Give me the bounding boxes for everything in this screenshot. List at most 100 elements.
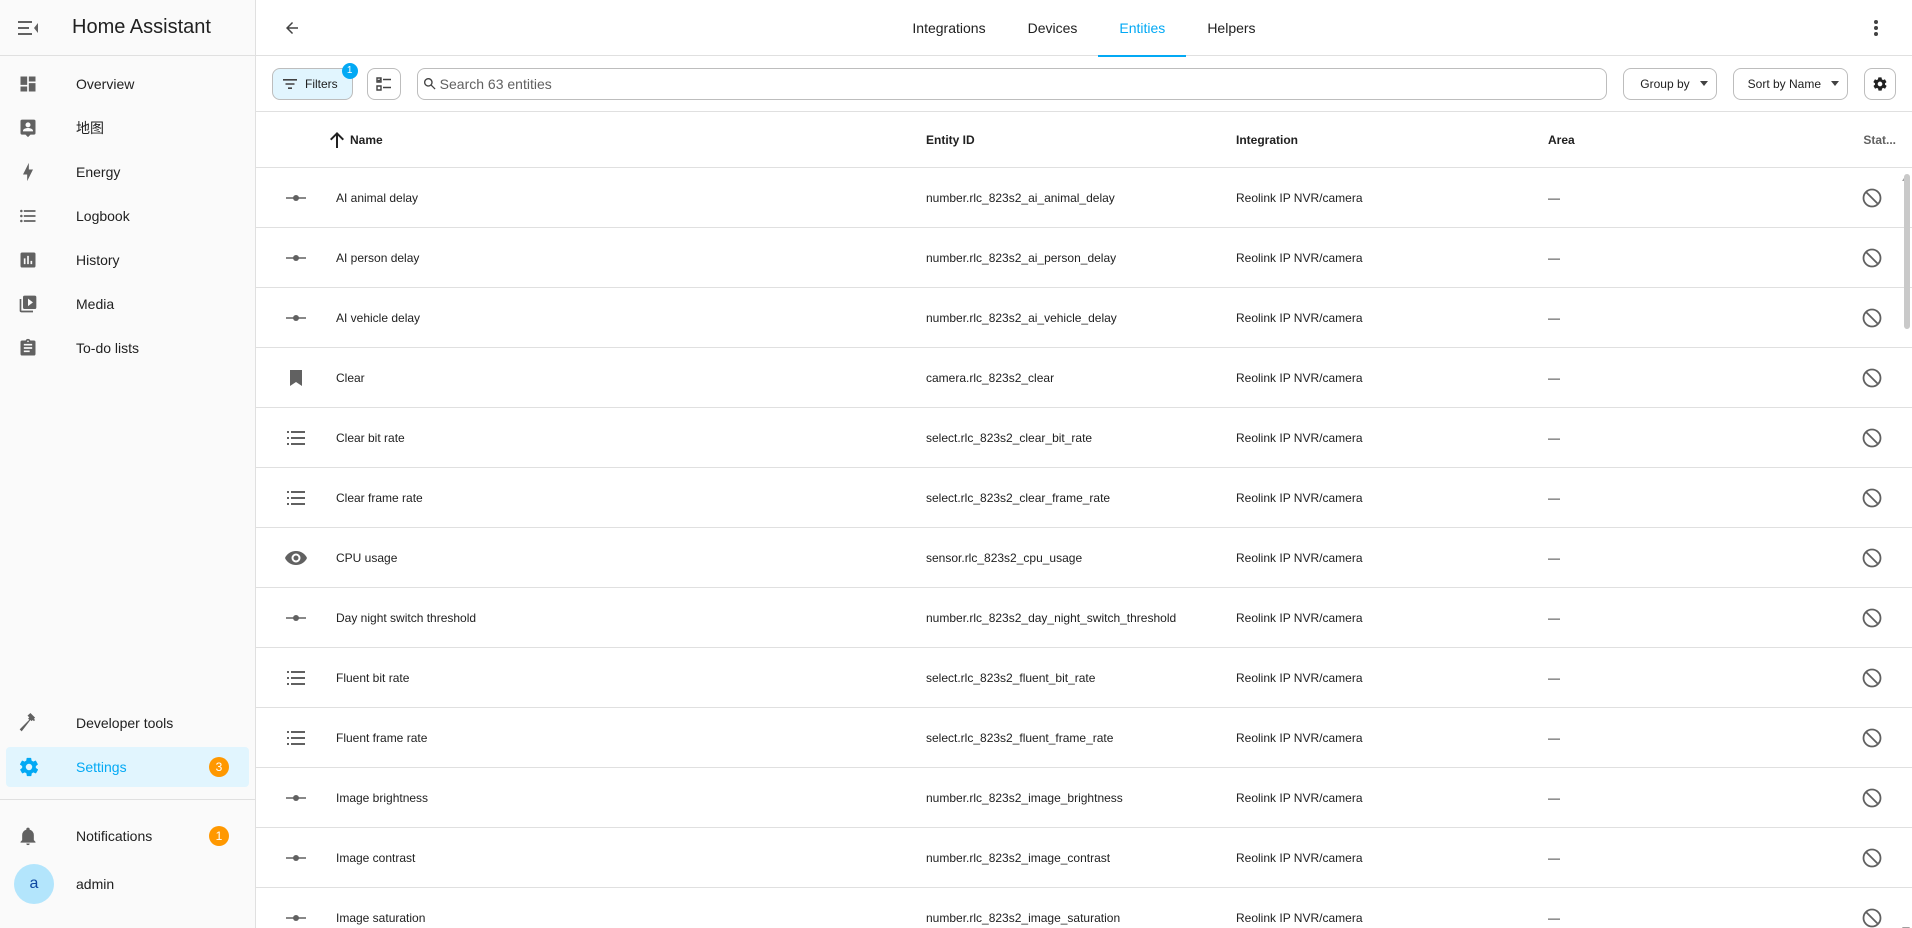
tab-helpers[interactable]: Helpers	[1186, 0, 1276, 56]
entity-integration: Reolink IP NVR/camera	[1236, 550, 1363, 565]
column-header-name[interactable]: Name	[330, 131, 926, 148]
group-by-label: Group by	[1640, 76, 1690, 91]
entity-integration: Reolink IP NVR/camera	[1236, 190, 1363, 205]
table-row[interactable]: Clear bit rate select.rlc_823s2_clear_bit…	[256, 408, 1912, 468]
table-row[interactable]: AI person delay number.rlc_823s2_ai_perso…	[256, 228, 1912, 288]
table-row[interactable]: Image brightness number.rlc_823s2_image_b…	[256, 768, 1912, 828]
entity-area: —	[1548, 250, 1560, 265]
disabled-status-icon	[1838, 548, 1912, 568]
column-header-status[interactable]: Stat...	[1838, 133, 1912, 147]
table-row[interactable]: Day night switch threshold number.rlc_823…	[256, 588, 1912, 648]
table-row[interactable]: Image saturation number.rlc_823s2_image_s…	[256, 888, 1912, 928]
settings-badge: 3	[209, 757, 229, 777]
sidebar-item-label: Media	[76, 296, 115, 312]
sidebar-item-media[interactable]: Media	[6, 284, 249, 324]
sort-by-dropdown[interactable]: Sort by Name	[1732, 67, 1848, 100]
sidebar-nav: Overview 地图 Energy Logbook History Media	[0, 56, 255, 372]
column-header-integration[interactable]: Integration	[1236, 133, 1548, 147]
sidebar: Home Assistant Overview 地图 Energy Logboo…	[0, 0, 256, 928]
sidebar-item-logbook[interactable]: Logbook	[6, 196, 249, 236]
entity-name: Image saturation	[336, 910, 426, 925]
entity-area: —	[1548, 490, 1560, 505]
entity-name: Clear bit rate	[336, 430, 405, 445]
search-input[interactable]	[439, 75, 1607, 92]
entity-integration: Reolink IP NVR/camera	[1236, 670, 1363, 685]
menu-open-icon	[18, 20, 38, 35]
column-header-area[interactable]: Area	[1548, 133, 1838, 147]
entity-integration: Reolink IP NVR/camera	[1236, 610, 1363, 625]
map-account-icon	[18, 116, 50, 140]
sidebar-item-settings[interactable]: Settings 3	[6, 747, 249, 787]
entity-id: select.rlc_823s2_clear_frame_rate	[926, 490, 1111, 505]
search-icon	[423, 77, 436, 90]
table-body[interactable]: AI animal delay number.rlc_823s2_ai_anima…	[256, 168, 1912, 928]
order-checkbox-icon	[375, 76, 391, 91]
sidebar-item-label: Logbook	[76, 208, 130, 224]
disabled-status-icon	[1838, 728, 1912, 748]
entity-area: —	[1548, 310, 1560, 325]
cog-icon	[1873, 76, 1887, 91]
table-row[interactable]: Fluent frame rate select.rlc_823s2_fluent…	[256, 708, 1912, 768]
clipboard-list-icon	[18, 336, 50, 360]
table-settings-button[interactable]	[1864, 67, 1896, 100]
tab-bar: Integrations Devices Entities Helpers	[256, 0, 1912, 57]
table-row[interactable]: Clear frame rate select.rlc_823s2_clear_f…	[256, 468, 1912, 528]
entity-name: AI animal delay	[336, 190, 419, 205]
table-row[interactable]: CPU usage sensor.rlc_823s2_cpu_usage Reoli…	[256, 528, 1912, 588]
search-field[interactable]	[416, 67, 1608, 100]
sidebar-item-label: To-do lists	[76, 340, 140, 356]
slider-icon	[256, 194, 336, 202]
entity-integration: Reolink IP NVR/camera	[1236, 430, 1363, 445]
entity-id: number.rlc_823s2_image_contrast	[926, 850, 1111, 865]
tab-devices[interactable]: Devices	[1007, 0, 1099, 56]
list-icon	[256, 430, 336, 445]
table-row[interactable]: Fluent bit rate select.rlc_823s2_fluent_b…	[256, 648, 1912, 708]
entity-id: select.rlc_823s2_fluent_frame_rate	[926, 730, 1114, 745]
menu-toggle-button[interactable]	[0, 0, 56, 56]
entity-area: —	[1548, 910, 1560, 925]
disabled-status-icon	[1838, 668, 1912, 688]
list-icon	[256, 490, 336, 505]
entity-id: select.rlc_823s2_clear_bit_rate	[926, 430, 1093, 445]
scrollbar-thumb[interactable]	[1904, 174, 1910, 329]
table-row[interactable]: Image contrast number.rlc_823s2_image_con…	[256, 828, 1912, 888]
slider-icon	[256, 314, 336, 322]
arrow-left-icon	[286, 22, 298, 34]
arrow-up-icon	[330, 131, 344, 148]
sidebar-item-map[interactable]: 地图	[6, 108, 249, 148]
entity-area: —	[1548, 190, 1560, 205]
sidebar-item-energy[interactable]: Energy	[6, 152, 249, 192]
back-button[interactable]	[272, 8, 312, 48]
sidebar-item-label: Settings	[76, 759, 127, 775]
column-header-entity-id[interactable]: Entity ID	[926, 133, 1236, 147]
tab-entities[interactable]: Entities	[1098, 0, 1187, 57]
sidebar-item-developer-tools[interactable]: Developer tools	[6, 703, 249, 743]
sidebar-item-overview[interactable]: Overview	[6, 64, 249, 104]
entity-name: Image brightness	[336, 790, 429, 805]
tab-integrations[interactable]: Integrations	[891, 0, 1006, 56]
scroll-down-arrow[interactable]	[1902, 920, 1910, 928]
disabled-status-icon	[1838, 788, 1912, 808]
table-toolbar: Filters 1 Group by Sort by Name	[256, 56, 1912, 112]
table-row[interactable]: AI vehicle delay number.rlc_823s2_ai_vehi…	[256, 288, 1912, 348]
entity-id: number.rlc_823s2_ai_animal_delay	[926, 190, 1115, 205]
entity-name: Clear frame rate	[336, 490, 423, 505]
table-row[interactable]: Clear camera.rlc_823s2_clear Reolink IP NV…	[256, 348, 1912, 408]
notifications-badge: 1	[209, 826, 229, 846]
table-row[interactable]: AI animal delay number.rlc_823s2_ai_anima…	[256, 168, 1912, 228]
sidebar-item-user[interactable]: a admin	[6, 864, 249, 904]
entity-name: Fluent bit rate	[336, 670, 410, 685]
sidebar-item-todo[interactable]: To-do lists	[6, 328, 249, 368]
play-box-multiple-icon	[18, 292, 50, 316]
sidebar-item-history[interactable]: History	[6, 240, 249, 280]
filters-button[interactable]: Filters 1	[272, 62, 358, 100]
entity-integration: Reolink IP NVR/camera	[1236, 730, 1363, 745]
selection-mode-button[interactable]	[366, 67, 401, 100]
sidebar-item-notifications[interactable]: Notifications 1	[6, 816, 249, 856]
column-name-label: Name	[350, 132, 383, 147]
entity-integration: Reolink IP NVR/camera	[1236, 250, 1363, 265]
bookmark-icon	[256, 369, 336, 386]
group-by-dropdown[interactable]: Group by	[1623, 67, 1717, 100]
lightning-bolt-icon	[18, 160, 50, 184]
overflow-menu-button[interactable]	[1856, 8, 1896, 48]
